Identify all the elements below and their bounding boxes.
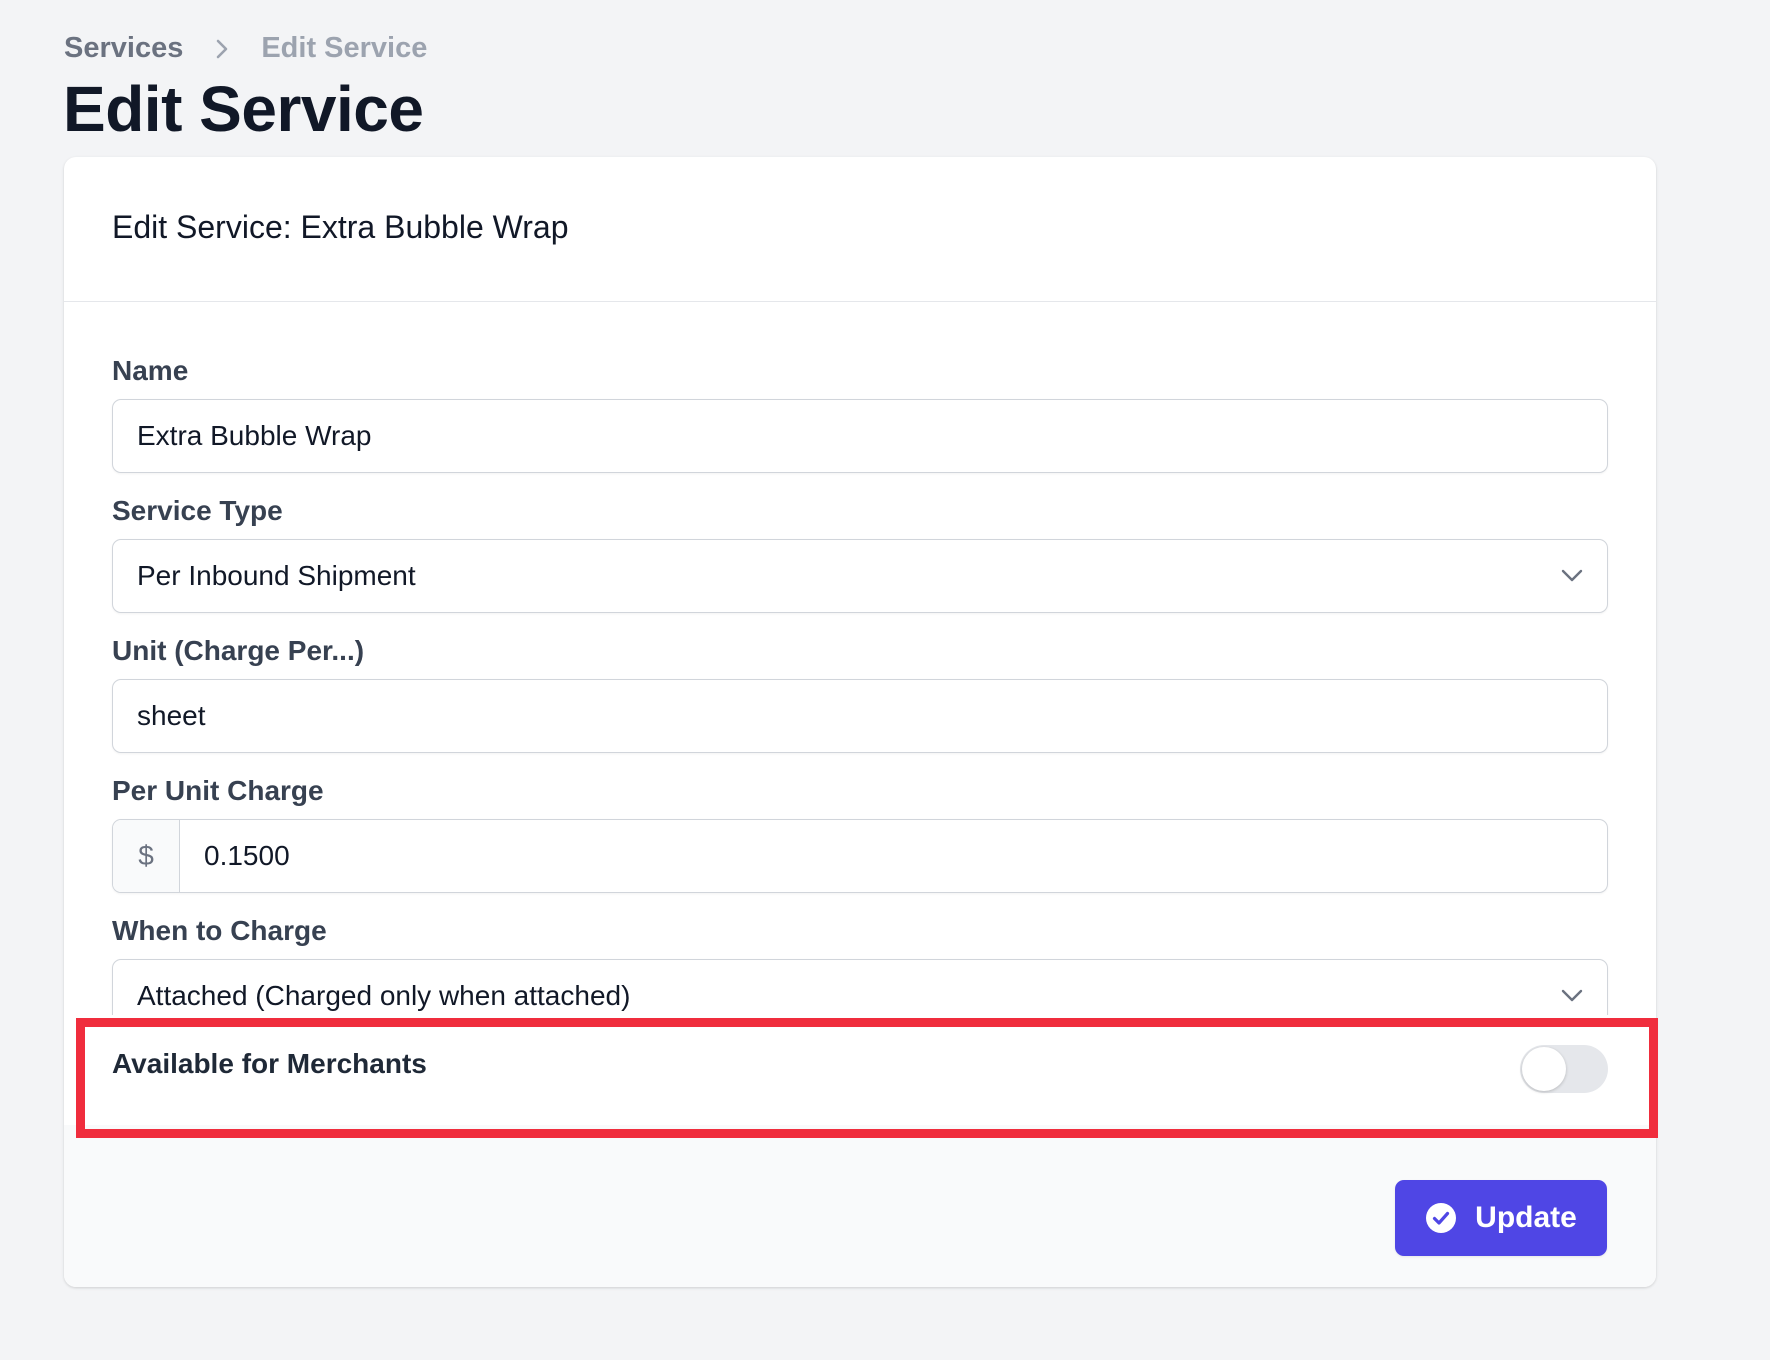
per-unit-charge-label: Per Unit Charge bbox=[112, 775, 324, 806]
when-to-charge-label: When to Charge bbox=[112, 915, 327, 946]
card-header: Edit Service: Extra Bubble Wrap bbox=[64, 157, 1656, 302]
chevron-right-icon bbox=[213, 37, 231, 61]
edit-service-card: Edit Service: Extra Bubble Wrap Name Ser… bbox=[64, 157, 1656, 1287]
when-to-charge-value: Attached (Charged only when attached) bbox=[137, 980, 631, 1011]
service-type-label: Service Type bbox=[112, 495, 283, 526]
service-type-value: Per Inbound Shipment bbox=[137, 560, 416, 591]
breadcrumb: Services Edit Service bbox=[64, 32, 427, 65]
breadcrumb-current: Edit Service bbox=[261, 32, 428, 64]
service-type-select[interactable]: Per Inbound Shipment bbox=[112, 539, 1608, 613]
name-input[interactable] bbox=[112, 399, 1608, 473]
update-button-label: Update bbox=[1475, 1201, 1577, 1234]
available-for-merchants-row: Available for Merchants bbox=[64, 1015, 1656, 1125]
breadcrumb-services-link[interactable]: Services bbox=[64, 32, 183, 65]
update-button[interactable]: Update bbox=[1395, 1180, 1607, 1256]
per-unit-charge-group: $ bbox=[112, 819, 1608, 893]
chevron-down-icon bbox=[1561, 569, 1583, 583]
chevron-down-icon bbox=[1561, 989, 1583, 1003]
available-for-merchants-label: Available for Merchants bbox=[112, 1048, 427, 1079]
card-footer: Update bbox=[64, 1125, 1656, 1287]
card-title: Edit Service: Extra Bubble Wrap bbox=[112, 209, 569, 245]
page-title: Edit Service bbox=[63, 73, 424, 145]
toggle-knob bbox=[1522, 1047, 1566, 1091]
check-circle-icon bbox=[1425, 1202, 1457, 1234]
per-unit-charge-input[interactable] bbox=[180, 820, 1607, 892]
available-for-merchants-toggle[interactable] bbox=[1520, 1045, 1608, 1093]
name-label: Name bbox=[112, 355, 189, 386]
currency-addon: $ bbox=[113, 820, 180, 892]
unit-input[interactable] bbox=[112, 679, 1608, 753]
unit-label: Unit (Charge Per...) bbox=[112, 635, 365, 666]
